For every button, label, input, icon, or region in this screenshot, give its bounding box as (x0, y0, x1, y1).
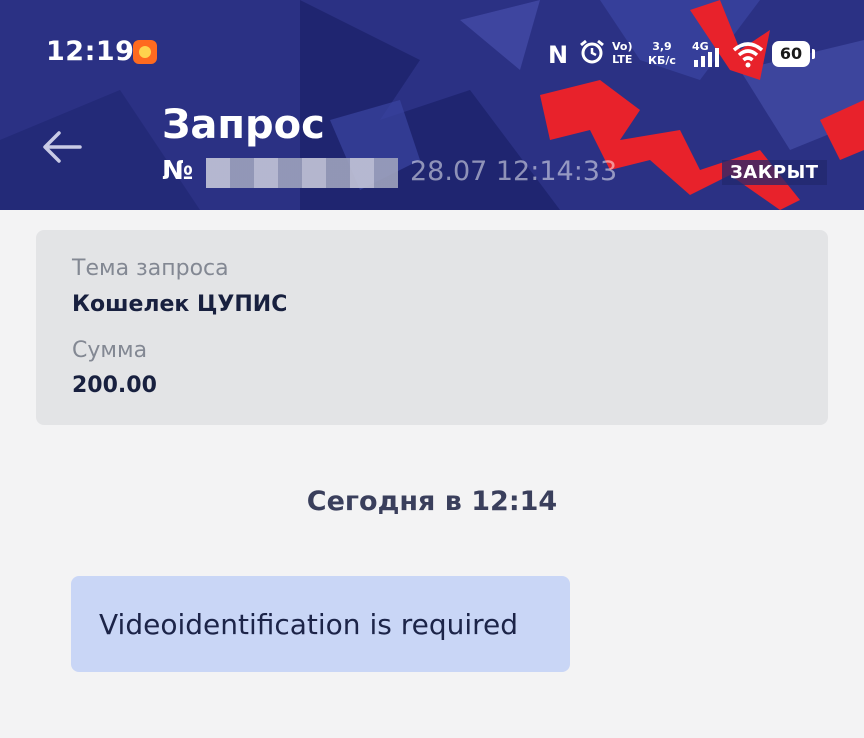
battery-icon: 60 (772, 41, 815, 67)
request-datetime: 28.07 12:14:33 (410, 156, 618, 187)
status-time: 12:19 (46, 36, 135, 67)
topic-label: Тема запроса (72, 256, 229, 281)
request-details-card: Тема запроса Кошелек ЦУПИС Сумма 200.00 (36, 230, 828, 425)
status-badge: ЗАКРЫТ (722, 160, 827, 185)
wifi-icon (732, 40, 764, 72)
chat-message-text: Videoidentification is required (99, 607, 519, 641)
nfc-icon: N (548, 41, 569, 69)
topic-value: Кошелек ЦУПИС (72, 292, 288, 317)
svg-text:4G: 4G (692, 40, 709, 53)
page-title: Запрос (162, 102, 325, 148)
app-header: 12:19 N Vo) LTE 3,9 КБ/с 4G 60 Запрос № … (0, 0, 864, 210)
app-notification-icon (133, 40, 157, 64)
volte-icon: Vo) LTE (612, 40, 633, 66)
chat-date-separator: Сегодня в 12:14 (306, 486, 558, 517)
signal-icon: 4G (692, 40, 726, 72)
amount-value: 200.00 (72, 373, 157, 398)
amount-label: Сумма (72, 338, 148, 363)
request-number-prefix: № (162, 156, 194, 186)
status-bar: 12:19 N Vo) LTE 3,9 КБ/с 4G 60 (0, 0, 864, 100)
alarm-icon (578, 38, 606, 70)
chat-message-bubble[interactable]: Videoidentification is required (71, 576, 570, 672)
back-arrow-icon[interactable] (42, 130, 82, 168)
redacted-request-id (206, 158, 398, 188)
network-speed: 3,9 КБ/с (648, 40, 676, 67)
